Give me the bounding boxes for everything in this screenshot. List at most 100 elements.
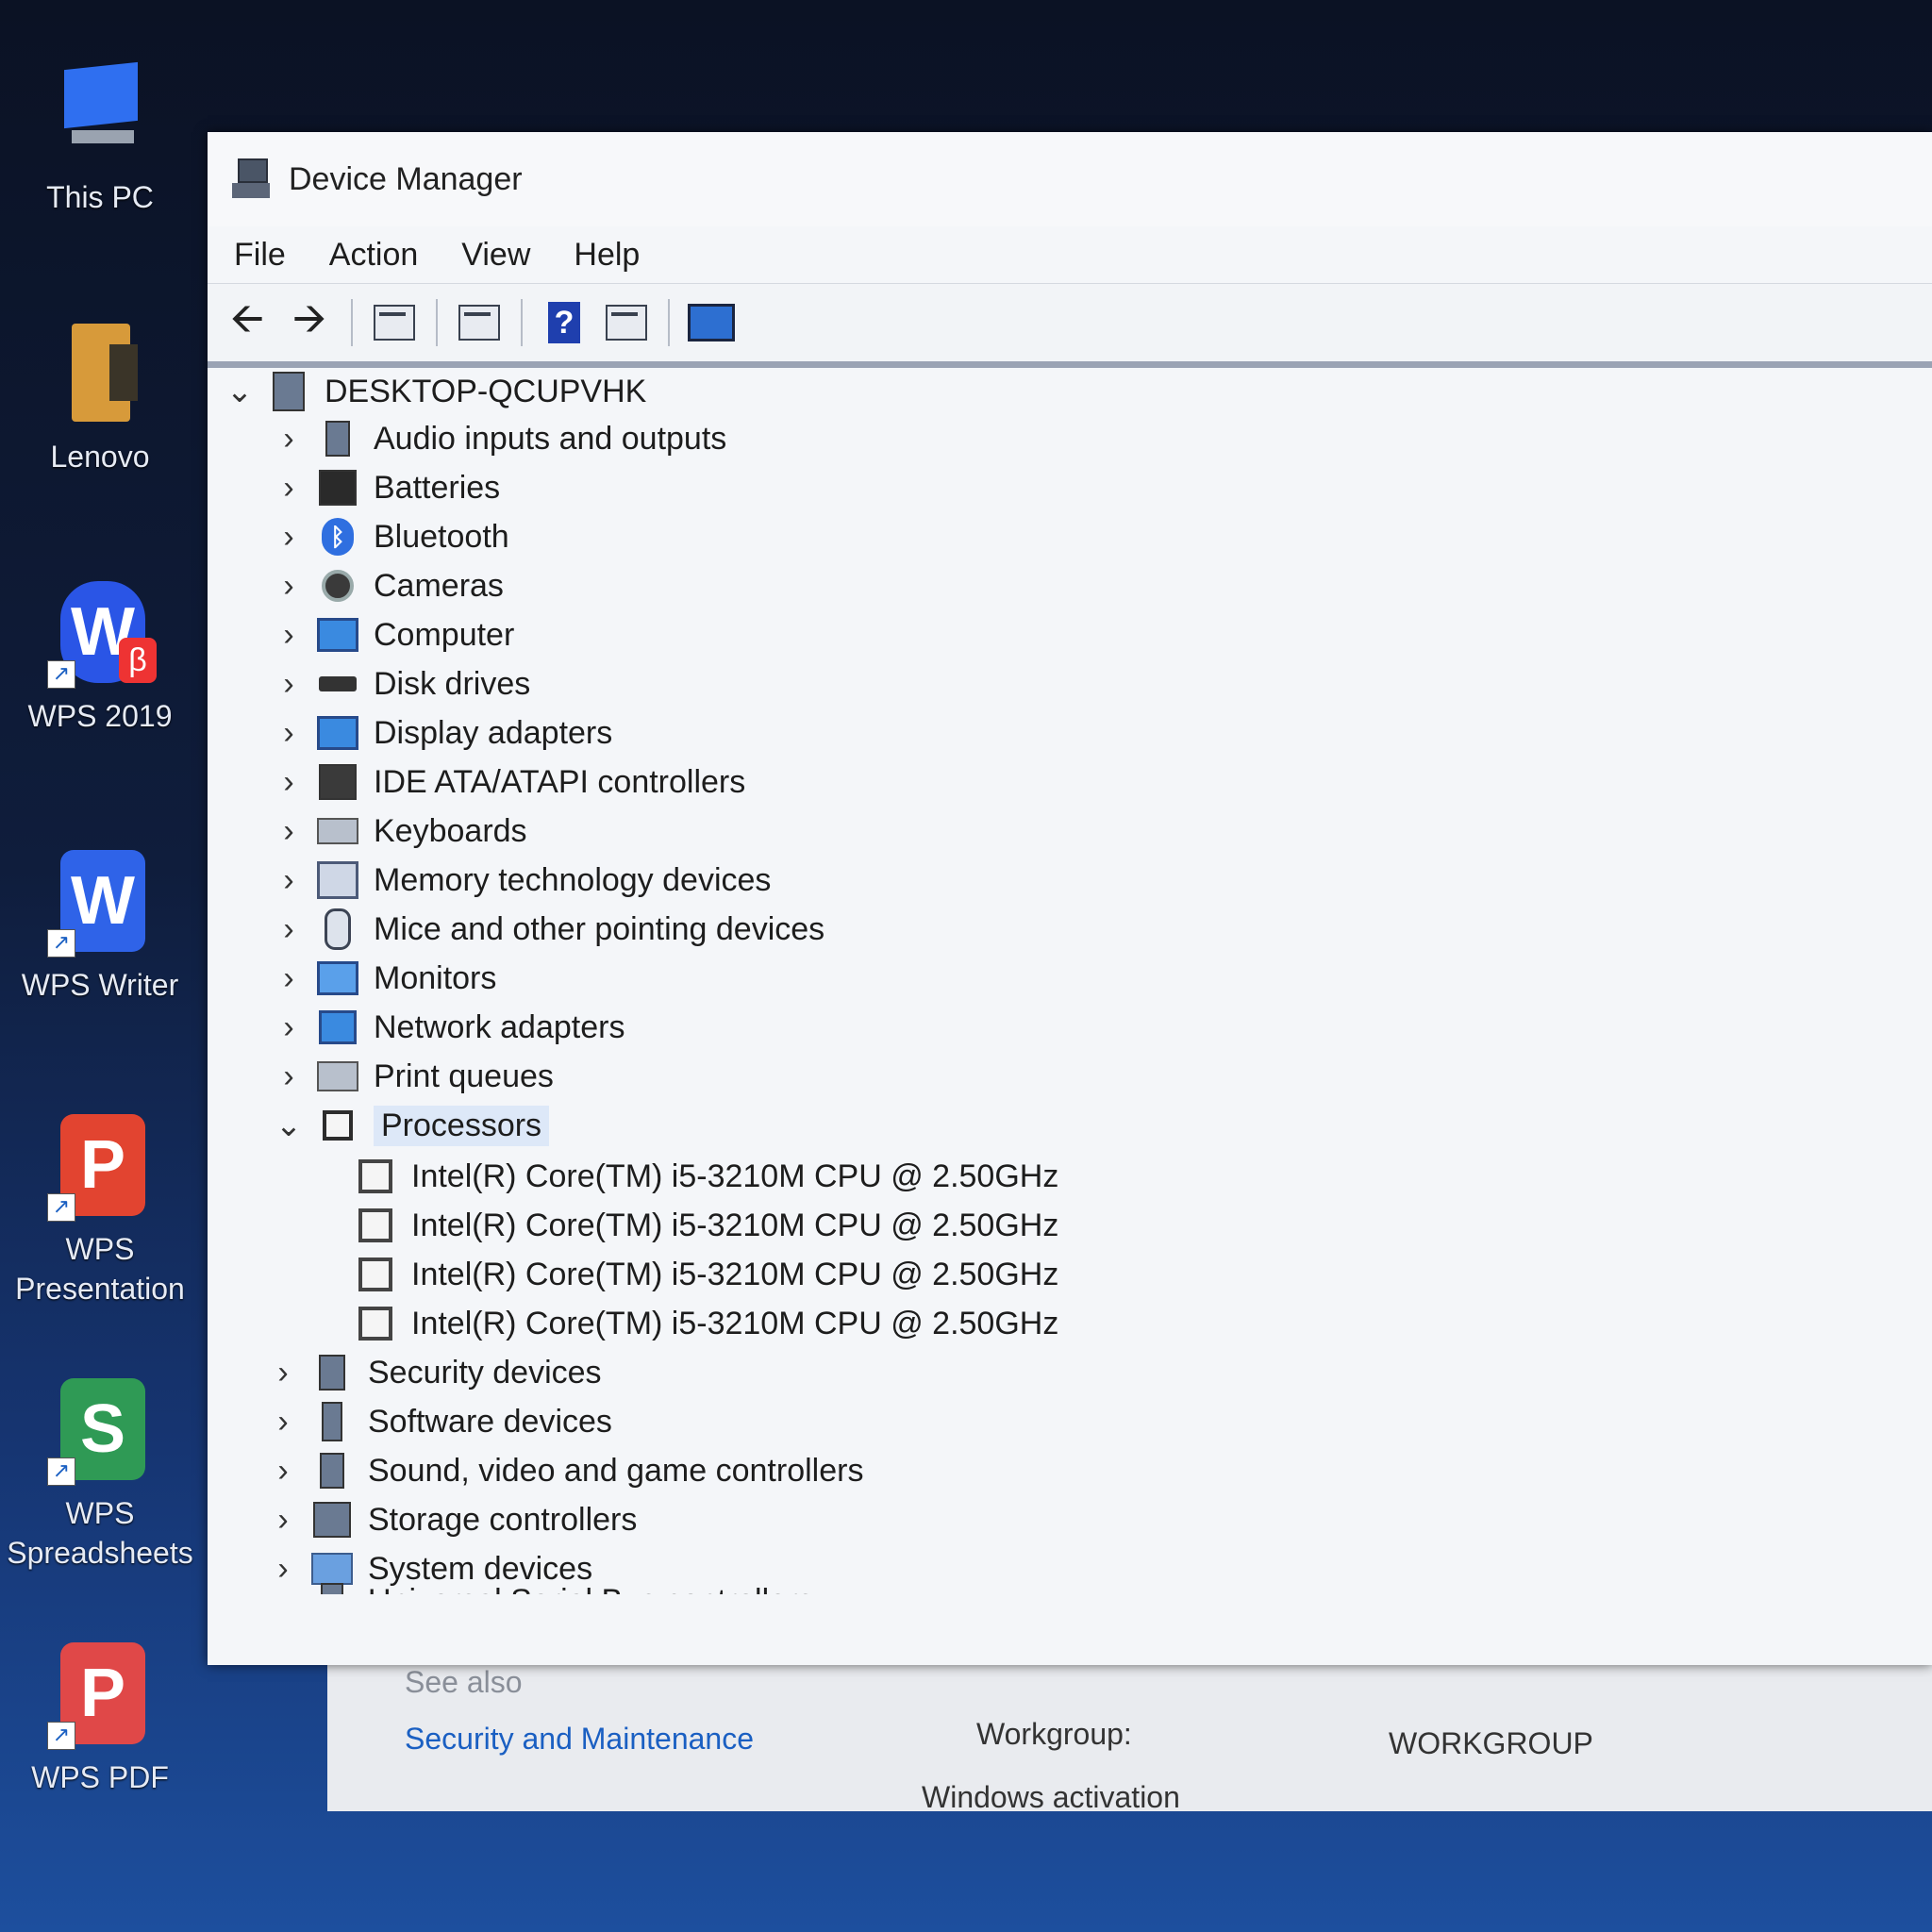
chevron-right-icon[interactable]: › — [270, 568, 308, 605]
monitor-scan-icon — [688, 304, 735, 341]
shortcut-arrow-icon: ↗ — [47, 660, 75, 689]
tree-node-print-queues[interactable]: › Print queues — [270, 1053, 554, 1100]
device-manager-icon — [232, 158, 270, 200]
title-bar[interactable]: Device Manager — [208, 132, 1932, 226]
tree-node-audio[interactable]: › Audio inputs and outputs — [270, 415, 726, 462]
folder-icon — [43, 316, 157, 429]
tree-node-security-devices[interactable]: › Security devices — [264, 1349, 602, 1396]
tree-node-display-adapters[interactable]: › Display adapters — [270, 709, 612, 757]
forward-button[interactable]: 🡪 — [281, 295, 338, 348]
menu-action[interactable]: Action — [329, 237, 419, 274]
mouse-icon — [317, 908, 358, 950]
show-hide-console-tree-button[interactable] — [366, 297, 423, 348]
desktop-icon-this-pc[interactable]: This PC — [6, 57, 194, 217]
tree-node-bluetooth[interactable]: › ᛒ Bluetooth — [270, 513, 509, 560]
device-tree[interactable]: ⌄ DESKTOP-QCUPVHK › Audio inputs and out… — [208, 368, 1932, 1594]
arrow-left-icon: 🡨 — [230, 294, 264, 341]
menu-view[interactable]: View — [461, 237, 530, 274]
chevron-right-icon[interactable]: › — [264, 1355, 302, 1391]
chevron-right-icon[interactable]: › — [270, 470, 308, 507]
tree-node-network-adapters[interactable]: › Network adapters — [270, 1004, 625, 1051]
disk-drive-icon — [317, 665, 358, 703]
wps-writer-icon: W ↗ — [43, 844, 157, 958]
tree-node-sound-video[interactable]: › Sound, video and game controllers — [264, 1447, 863, 1494]
workgroup-label: Workgroup: — [976, 1717, 1132, 1751]
chevron-right-icon[interactable]: › — [264, 1583, 302, 1595]
tree-node-memory-technology[interactable]: › Memory technology devices — [270, 857, 771, 904]
help-button[interactable]: ? — [536, 297, 592, 348]
tree-node-batteries[interactable]: › Batteries — [270, 464, 500, 511]
menu-file[interactable]: File — [234, 237, 286, 274]
processor-item[interactable]: Intel(R) Core(TM) i5-3210M CPU @ 2.50GHz — [345, 1153, 1058, 1200]
desktop-icon-wps-2019[interactable]: W β ↗ WPS 2019 — [6, 575, 194, 736]
tree-node-usb-controllers[interactable]: › Universal Serial Bus controllers — [264, 1577, 813, 1594]
security-device-icon — [311, 1354, 353, 1391]
chevron-right-icon[interactable]: › — [270, 960, 308, 997]
chevron-right-icon[interactable]: › — [270, 617, 308, 654]
chevron-right-icon[interactable]: › — [270, 666, 308, 703]
chevron-right-icon[interactable]: › — [270, 764, 308, 801]
tree-node-cameras[interactable]: › Cameras — [270, 562, 504, 609]
chevron-right-icon[interactable]: › — [264, 1453, 302, 1490]
speaker-icon — [311, 1452, 353, 1490]
scan-for-hardware-changes-button[interactable] — [683, 297, 740, 348]
shortcut-arrow-icon: ↗ — [47, 1457, 75, 1486]
tree-node-label: Security devices — [368, 1354, 602, 1391]
tree-node-label: Mice and other pointing devices — [374, 910, 825, 947]
tree-node-software-devices[interactable]: › Software devices — [264, 1398, 612, 1445]
properties-button[interactable] — [451, 297, 508, 348]
tree-node-mice[interactable]: › Mice and other pointing devices — [270, 906, 824, 953]
chevron-right-icon[interactable]: › — [270, 1058, 308, 1095]
tree-node-label: Sound, video and game controllers — [368, 1452, 864, 1489]
device-manager-window[interactable]: Device Manager File Action View Help 🡨 🡪… — [208, 132, 1932, 1665]
chevron-down-icon[interactable]: ⌄ — [270, 1107, 308, 1144]
processor-item[interactable]: Intel(R) Core(TM) i5-3210M CPU @ 2.50GHz — [345, 1300, 1058, 1347]
computer-tower-icon — [268, 372, 309, 411]
tree-node-processors[interactable]: ⌄ Processors — [270, 1102, 550, 1149]
chevron-right-icon[interactable]: › — [270, 862, 308, 899]
chevron-right-icon[interactable]: › — [270, 421, 308, 458]
back-button[interactable]: 🡨 — [219, 295, 275, 348]
desktop-icon-label: WPS Writer — [21, 968, 179, 1002]
desktop-icon-wps-spreadsheets[interactable]: S ↗ WPS Spreadsheets — [6, 1373, 194, 1573]
desktop-icon-wps-writer[interactable]: W ↗ WPS Writer — [6, 844, 194, 1005]
workgroup-value: WORKGROUP — [1389, 1726, 1593, 1760]
desktop-icon-label: WPS PDF — [31, 1760, 169, 1794]
beta-badge: β — [119, 638, 157, 683]
tree-node-monitors[interactable]: › Monitors — [270, 955, 496, 1002]
window-title: Device Manager — [289, 160, 523, 197]
chevron-right-icon[interactable]: › — [264, 1404, 302, 1441]
processor-icon — [355, 1207, 396, 1244]
tree-node-disk-drives[interactable]: › Disk drives — [270, 660, 530, 708]
security-maintenance-link[interactable]: Security and Maintenance — [405, 1722, 754, 1757]
toolbar-separator — [668, 299, 670, 346]
chevron-down-icon[interactable]: ⌄ — [221, 373, 258, 410]
show-hide-action-pane-button[interactable] — [598, 297, 655, 348]
action-pane-icon — [606, 305, 647, 341]
chevron-right-icon[interactable]: › — [264, 1502, 302, 1539]
tree-node-label: Computer — [374, 616, 515, 653]
chevron-right-icon[interactable]: › — [270, 813, 308, 850]
network-adapter-icon — [317, 1008, 358, 1046]
desktop-icon-wps-pdf[interactable]: P ↗ WPS PDF — [6, 1637, 194, 1797]
tree-node-computer[interactable]: › Computer — [270, 611, 514, 658]
tree-node-label: Memory technology devices — [374, 861, 772, 898]
tree-node-keyboards[interactable]: › Keyboards — [270, 808, 526, 855]
chevron-right-icon[interactable]: › — [270, 911, 308, 948]
chevron-right-icon[interactable]: › — [270, 715, 308, 752]
desktop-icon-wps-presentation[interactable]: P ↗ WPS Presentation — [6, 1108, 194, 1308]
menu-help[interactable]: Help — [574, 237, 640, 274]
processor-item[interactable]: Intel(R) Core(TM) i5-3210M CPU @ 2.50GHz — [345, 1202, 1058, 1249]
chevron-right-icon[interactable]: › — [270, 1009, 308, 1046]
tree-node-label: Software devices — [368, 1403, 612, 1440]
tree-node-storage-controllers[interactable]: › Storage controllers — [264, 1496, 637, 1543]
tree-node-label: Monitors — [374, 959, 497, 996]
chevron-right-icon[interactable]: › — [270, 519, 308, 556]
desktop-icon-lenovo[interactable]: Lenovo — [6, 316, 194, 476]
processor-icon — [355, 1256, 396, 1293]
processor-item[interactable]: Intel(R) Core(TM) i5-3210M CPU @ 2.50GHz — [345, 1251, 1058, 1298]
tree-root[interactable]: ⌄ DESKTOP-QCUPVHK — [221, 368, 646, 415]
processor-icon — [355, 1305, 396, 1342]
tree-node-ide[interactable]: › IDE ATA/ATAPI controllers — [270, 758, 745, 806]
toolbar-separator — [436, 299, 438, 346]
